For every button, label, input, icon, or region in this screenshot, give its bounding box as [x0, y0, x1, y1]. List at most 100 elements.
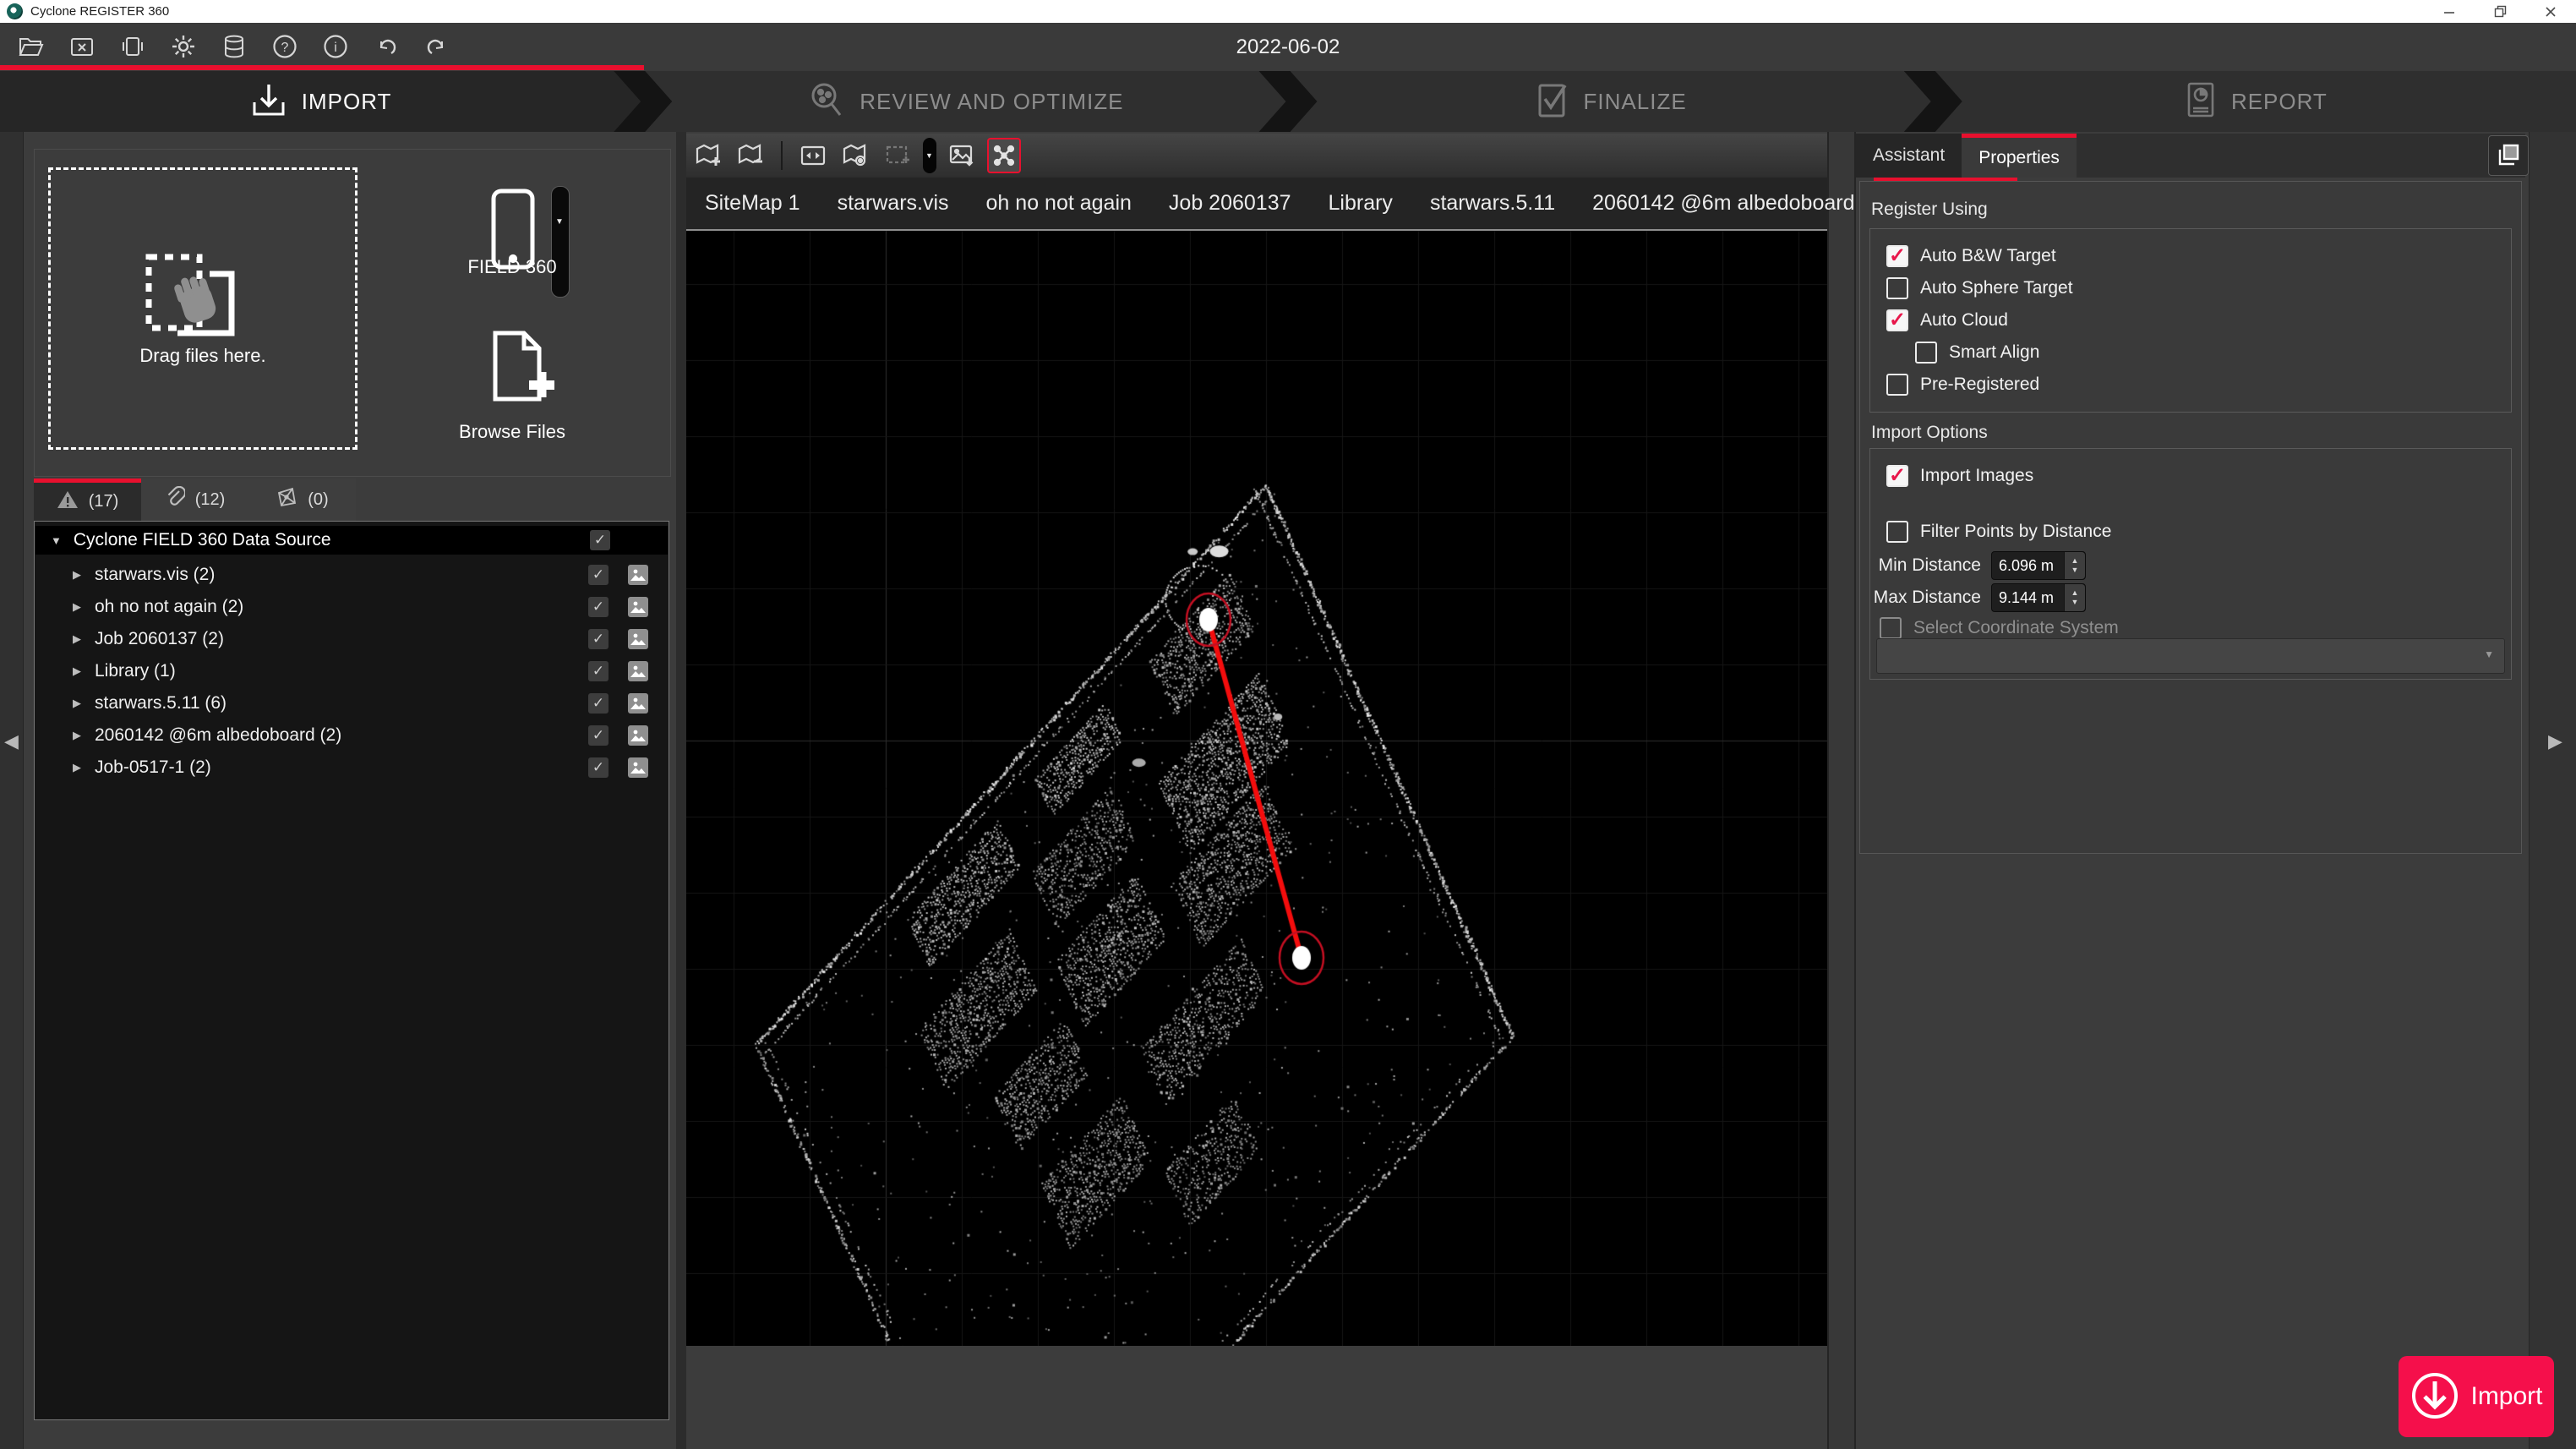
workflow-step-report[interactable]: REPORT	[1935, 71, 2576, 132]
item-checkbox[interactable]: ✓	[588, 661, 609, 681]
register-option-row[interactable]: Pre-Registered	[1886, 372, 2039, 397]
item-checkbox[interactable]: ✓	[588, 725, 609, 746]
image-thumbnail-icon[interactable]	[627, 596, 649, 618]
item-checkbox[interactable]: ✓	[588, 597, 609, 617]
image-thumbnail-icon[interactable]	[627, 628, 649, 650]
root-checkbox[interactable]: ✓	[590, 530, 610, 550]
sitemap-location-icon[interactable]	[838, 138, 872, 173]
tree-item[interactable]: ▶2060142 @6m albedoboard (2)✓	[35, 719, 668, 752]
coordinate-system-checkbox[interactable]	[1880, 617, 1902, 639]
browse-files-icon[interactable]	[488, 328, 556, 417]
sitemap-tab[interactable]: Library	[1310, 178, 1411, 229]
collapse-left-panel-arrow[interactable]: ◀	[4, 730, 19, 752]
tab-assistant[interactable]: Assistant	[1856, 134, 1962, 178]
tree-item[interactable]: ▶Job-0517-1 (2)✓	[35, 752, 668, 784]
tree-item-label: oh no not again (2)	[95, 597, 588, 617]
register-option-row[interactable]: Smart Align	[1915, 340, 2039, 365]
register-option-row[interactable]: Auto Sphere Target	[1886, 276, 2073, 301]
step-up-icon[interactable]: ▲	[2071, 588, 2079, 598]
tab-properties[interactable]: Properties	[1962, 134, 2077, 178]
coordinate-system-dropdown: ▼	[1876, 638, 2505, 674]
register-option-checkbox[interactable]	[1886, 277, 1908, 299]
tree-item[interactable]: ▶starwars.5.11 (6)✓	[35, 687, 668, 719]
max-distance-input[interactable]: 9.144 m ▲▼	[1991, 583, 2086, 612]
zoom-slider[interactable]: ▼	[923, 138, 936, 173]
tree-item[interactable]: ▶ oh no not again (2)✓	[35, 591, 668, 623]
add-sitemap-icon[interactable]	[691, 138, 725, 173]
expand-arrow-icon[interactable]: ▶	[73, 568, 81, 582]
collapse-arrow-icon[interactable]: ▼	[51, 534, 62, 547]
browse-files-label: Browse Files	[429, 421, 595, 443]
item-checkbox[interactable]: ✓	[588, 757, 609, 778]
right-splitter[interactable]	[1827, 132, 1856, 1449]
step-down-icon[interactable]: ▼	[2071, 598, 2079, 607]
remove-sitemap-icon[interactable]	[734, 138, 767, 173]
point-cloud-viewport[interactable]	[686, 231, 1827, 1346]
item-checkbox[interactable]: ✓	[588, 693, 609, 714]
item-checkbox[interactable]: ✓	[588, 629, 609, 649]
sitemap-tab[interactable]: SiteMap 1	[686, 178, 819, 229]
step-up-icon[interactable]: ▲	[2071, 556, 2079, 566]
left-splitter[interactable]	[676, 132, 686, 1449]
expand-arrow-icon[interactable]: ▶	[73, 729, 81, 742]
tree-root-row[interactable]: ▼ Cyclone FIELD 360 Data Source ✓	[35, 526, 668, 555]
minimize-button[interactable]	[2424, 0, 2475, 23]
sitemap-tab[interactable]: starwars.vis	[819, 178, 968, 229]
point-cloud-canvas[interactable]	[686, 231, 1827, 1346]
workflow-step-import[interactable]: IMPORT	[0, 71, 641, 132]
expand-arrow-icon[interactable]: ▶	[73, 600, 81, 614]
register-option-checkbox[interactable]	[1886, 245, 1908, 267]
tab-bundles[interactable]: (0)	[248, 478, 356, 521]
link-setups-icon[interactable]	[987, 138, 1021, 173]
step-down-icon[interactable]: ▼	[2071, 566, 2079, 575]
item-checkbox[interactable]: ✓	[588, 565, 609, 585]
restore-button[interactable]	[2475, 0, 2525, 23]
expand-arrow-icon[interactable]: ▶	[73, 697, 81, 710]
slider-handle-icon[interactable]: ▼	[555, 217, 564, 227]
register-option-checkbox[interactable]	[1915, 342, 1937, 364]
register-option-label: Auto Sphere Target	[1920, 278, 2073, 298]
tree-item[interactable]: ▶starwars.vis (2)✓	[35, 559, 668, 591]
workflow-step-finalize[interactable]: FINALIZE	[1291, 71, 1931, 132]
import-images-checkbox[interactable]	[1886, 465, 1908, 487]
image-thumbnail-icon[interactable]	[627, 692, 649, 714]
min-distance-stepper[interactable]: ▲▼	[2064, 552, 2085, 579]
register-option-checkbox[interactable]	[1886, 309, 1908, 331]
sitemap-tab[interactable]: starwars.5.11	[1411, 178, 1574, 229]
filter-points-row[interactable]: Filter Points by Distance	[1886, 519, 2111, 544]
sitemap-tab[interactable]: 2060142 @6m albedoboard	[1574, 178, 1873, 229]
sitemap-tab[interactable]: Job 2060137	[1150, 178, 1310, 229]
filter-points-checkbox[interactable]	[1886, 521, 1908, 543]
right-panel-tabs: Assistant Properties	[1856, 134, 2525, 178]
export-image-icon[interactable]	[945, 138, 979, 173]
sitemap-tab[interactable]: oh no not again	[968, 178, 1150, 229]
expand-arrow-icon[interactable]: ▶	[73, 761, 81, 774]
max-distance-stepper[interactable]: ▲▼	[2064, 584, 2085, 611]
tab-warnings[interactable]: (17)	[34, 478, 141, 521]
field360-slider[interactable]: ▼	[551, 186, 570, 298]
expand-arrow-icon[interactable]: ▶	[73, 632, 81, 646]
expand-arrow-icon[interactable]: ▶	[73, 664, 81, 678]
image-thumbnail-icon[interactable]	[627, 757, 649, 779]
cascade-windows-icon[interactable]	[2488, 135, 2529, 176]
import-options-title: Import Options	[1871, 423, 1988, 443]
import-images-row[interactable]: Import Images	[1886, 463, 2033, 489]
tab-attachments[interactable]: (12)	[141, 478, 248, 521]
bundle-icon	[276, 486, 297, 513]
review-magnifier-icon	[807, 80, 846, 123]
close-button[interactable]	[2525, 0, 2576, 23]
collapse-right-panel-arrow[interactable]: ▶	[2548, 730, 2562, 752]
import-button[interactable]: Import	[2399, 1356, 2554, 1437]
image-thumbnail-icon[interactable]	[627, 660, 649, 682]
register-option-row[interactable]: Auto B&W Target	[1886, 243, 2056, 269]
workflow-step-review-and-optimize[interactable]: REVIEW AND OPTIMIZE	[645, 71, 1285, 132]
image-thumbnail-icon[interactable]	[627, 724, 649, 746]
tree-item[interactable]: ▶Library (1)✓	[35, 655, 668, 687]
register-option-row[interactable]: Auto Cloud	[1886, 308, 2008, 333]
register-option-checkbox[interactable]	[1886, 374, 1908, 396]
min-distance-input[interactable]: 6.096 m ▲▼	[1991, 551, 2086, 580]
sitemap-image-icon[interactable]	[796, 138, 830, 173]
image-thumbnail-icon[interactable]	[627, 564, 649, 586]
slider-thumb-icon[interactable]: ▼	[925, 151, 933, 160]
tree-item[interactable]: ▶Job 2060137 (2)✓	[35, 623, 668, 655]
